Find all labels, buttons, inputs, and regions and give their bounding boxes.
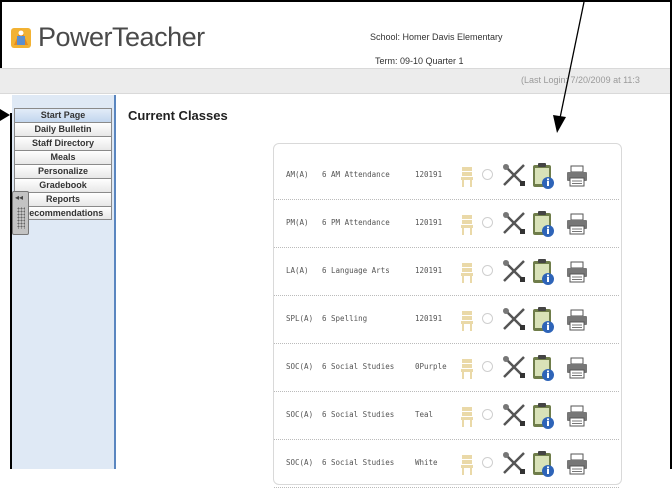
sidebar-item-gradebook[interactable]: Gradebook xyxy=(14,178,112,192)
gradebook-info-icon[interactable] xyxy=(530,162,556,195)
sidebar-collapse-handle[interactable]: ◂◂ xyxy=(12,191,29,235)
class-code[interactable]: SPL(A) xyxy=(286,314,313,323)
seating-chart-icon[interactable] xyxy=(459,262,475,289)
app-header: PowerTeacher School: Homer Davis Element… xyxy=(0,2,670,68)
seating-chart-icon[interactable] xyxy=(459,214,475,241)
print-icon[interactable] xyxy=(566,213,588,240)
gradebook-info-icon[interactable] xyxy=(530,402,556,435)
class-period: 0Purple xyxy=(415,362,447,371)
app-logo[interactable]: PowerTeacher xyxy=(8,22,205,53)
attendance-radio-icon[interactable] xyxy=(482,457,493,468)
drag-grip-icon xyxy=(17,207,25,229)
class-row: SOC(A) 6 Social Studies Teal xyxy=(274,394,619,440)
tools-icon[interactable] xyxy=(501,402,527,433)
term-label: Term: 09-10 Quarter 1 xyxy=(375,56,464,66)
class-period: 120191 xyxy=(415,314,443,323)
print-icon[interactable] xyxy=(566,405,588,432)
print-icon[interactable] xyxy=(566,165,588,192)
school-label: School: Homer Davis Elementary xyxy=(370,32,503,42)
seating-chart-icon[interactable] xyxy=(459,454,475,481)
seating-chart-icon[interactable] xyxy=(459,166,475,193)
class-period: 120191 xyxy=(415,266,443,275)
print-icon[interactable] xyxy=(566,261,588,288)
class-name[interactable]: 6 PM Attendance xyxy=(322,218,390,227)
attendance-radio-icon[interactable] xyxy=(482,313,493,324)
sidebar-item-daily-bulletin[interactable]: Daily Bulletin xyxy=(14,122,112,136)
print-icon[interactable] xyxy=(566,357,588,384)
class-code[interactable]: LA(A) xyxy=(286,266,309,275)
class-row: PM(A) 6 PM Attendance 120191 xyxy=(274,202,619,248)
class-row: AM(A) 6 AM Attendance 120191 xyxy=(274,154,619,200)
tools-icon[interactable] xyxy=(501,258,527,289)
class-row: LA(A) 6 Language Arts 120191 xyxy=(274,250,619,296)
class-row: SOC(A) 6 Social Studies White xyxy=(274,442,619,488)
status-bar: (Last Login: 7/20/2009 at 11:3 xyxy=(0,68,670,94)
class-name[interactable]: 6 Social Studies xyxy=(322,410,394,419)
class-code[interactable]: AM(A) xyxy=(286,170,309,179)
class-code[interactable]: SOC(A) xyxy=(286,362,313,371)
double-chevron-left-icon: ◂◂ xyxy=(15,193,24,202)
sidebar-item-meals[interactable]: Meals xyxy=(14,150,112,164)
app-name: PowerTeacher xyxy=(38,22,205,52)
sidebar-nav: Start Page Daily Bulletin Staff Director… xyxy=(12,95,116,469)
class-period: 120191 xyxy=(415,218,443,227)
class-code[interactable]: SOC(A) xyxy=(286,458,313,467)
print-icon[interactable] xyxy=(566,309,588,336)
class-code[interactable]: SOC(A) xyxy=(286,410,313,419)
print-icon[interactable] xyxy=(566,453,588,480)
attendance-radio-icon[interactable] xyxy=(482,169,493,180)
tools-icon[interactable] xyxy=(501,306,527,337)
tools-icon[interactable] xyxy=(501,354,527,385)
class-row: SOC(A) 6 Social Studies 0Purple xyxy=(274,346,619,392)
class-name[interactable]: 6 AM Attendance xyxy=(322,170,390,179)
attendance-radio-icon[interactable] xyxy=(482,409,493,420)
gradebook-info-icon[interactable] xyxy=(530,258,556,291)
seating-chart-icon[interactable] xyxy=(459,310,475,337)
sidebar-item-staff-directory[interactable]: Staff Directory xyxy=(14,136,112,150)
current-classes-table: AM(A) 6 AM Attendance 120191 PM(A) 6 PM Atte… xyxy=(273,143,622,488)
class-name[interactable]: 6 Social Studies xyxy=(322,458,394,467)
class-period: Teal xyxy=(415,410,434,419)
class-name[interactable]: 6 Language Arts xyxy=(322,266,390,275)
page-title: Current Classes xyxy=(128,108,228,123)
gradebook-info-icon[interactable] xyxy=(530,210,556,243)
attendance-radio-icon[interactable] xyxy=(482,217,493,228)
class-name[interactable]: 6 Social Studies xyxy=(322,362,394,371)
gradebook-info-icon[interactable] xyxy=(530,450,556,483)
seating-chart-icon[interactable] xyxy=(459,406,475,433)
class-row: SPL(A) 6 Spelling 120191 xyxy=(274,298,619,344)
gradebook-info-icon[interactable] xyxy=(530,306,556,339)
last-login-text: (Last Login: 7/20/2009 at 11:3 xyxy=(521,75,640,85)
seating-chart-icon[interactable] xyxy=(459,358,475,385)
class-name[interactable]: 6 Spelling xyxy=(322,314,367,323)
attendance-radio-icon[interactable] xyxy=(482,361,493,372)
class-code[interactable]: PM(A) xyxy=(286,218,309,227)
tools-icon[interactable] xyxy=(501,450,527,481)
tools-icon[interactable] xyxy=(501,210,527,241)
sidebar-item-start-page[interactable]: Start Page xyxy=(14,108,112,122)
tools-icon[interactable] xyxy=(501,162,527,193)
attendance-radio-icon[interactable] xyxy=(482,265,493,276)
powerteacher-logo-icon xyxy=(11,27,31,48)
class-period: 120191 xyxy=(415,170,443,179)
class-period: White xyxy=(415,458,438,467)
callout-arrowhead-left xyxy=(0,108,10,121)
gradebook-info-icon[interactable] xyxy=(530,354,556,387)
sidebar-item-personalize[interactable]: Personalize xyxy=(14,164,112,178)
